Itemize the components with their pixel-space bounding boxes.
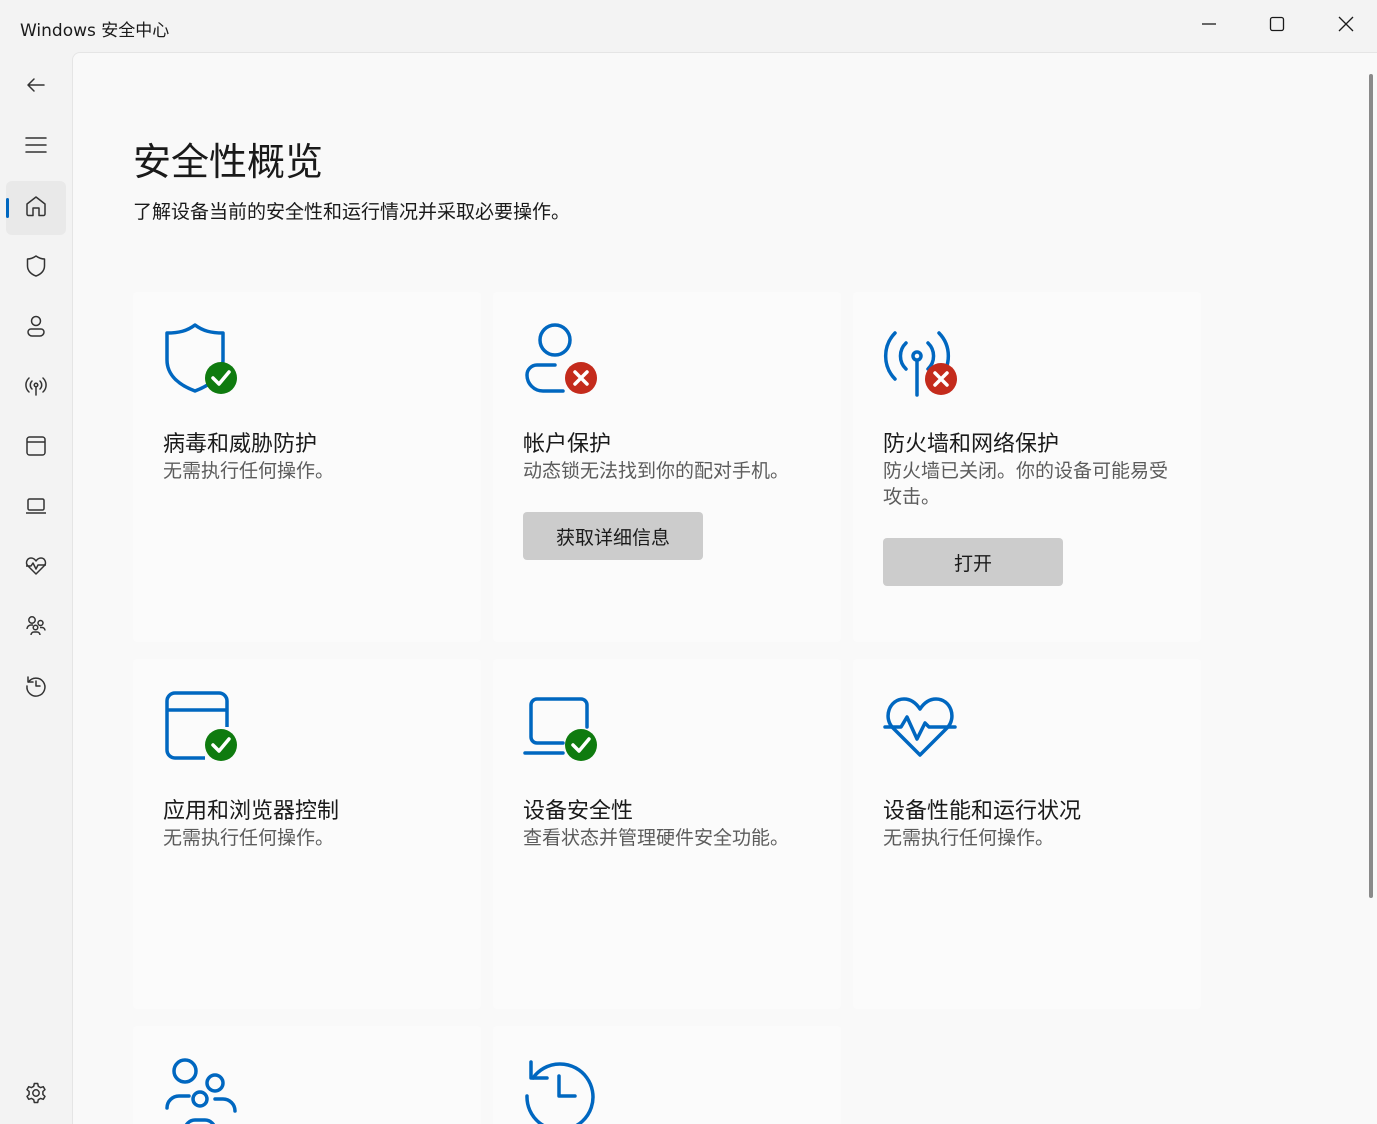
- main-content: 安全性概览 了解设备当前的安全性和运行情况并采取必要操作。 病毒和威胁防护 无需…: [72, 52, 1377, 1124]
- sidebar-item-device-security[interactable]: [6, 481, 66, 535]
- close-button[interactable]: [1312, 4, 1377, 48]
- maximize-button[interactable]: [1243, 4, 1311, 48]
- card-description: 防火墙已关闭。你的设备可能易受攻击。: [883, 460, 1169, 508]
- page-subtitle: 了解设备当前的安全性和运行情况并采取必要操作。: [133, 201, 571, 223]
- close-icon: [1337, 15, 1355, 37]
- card-title: 防火墙和网络保护: [883, 432, 1060, 457]
- card-app-browser[interactable]: 应用和浏览器控制 无需执行任何操作。: [133, 659, 481, 1009]
- card-description: 无需执行任何操作。: [163, 827, 335, 849]
- card-description: 动态锁无法找到你的配对手机。: [523, 460, 790, 482]
- hamburger-menu-icon: [23, 132, 49, 162]
- card-family[interactable]: [133, 1026, 481, 1124]
- history-icon: [523, 1056, 599, 1124]
- title-bar: Windows 安全中心: [0, 0, 1377, 52]
- gear-icon: [23, 1080, 49, 1110]
- card-history[interactable]: [493, 1026, 841, 1124]
- window-title: Windows 安全中心: [20, 21, 170, 41]
- home-icon: [23, 193, 49, 223]
- vertical-scrollbar[interactable]: [1369, 74, 1373, 898]
- card-virus-protection[interactable]: 病毒和威胁防护 无需执行任何操作。: [133, 292, 481, 642]
- minimize-button[interactable]: [1175, 4, 1243, 48]
- sidebar-item-family[interactable]: [6, 601, 66, 655]
- heart-pulse-icon: [883, 689, 959, 765]
- back-arrow-icon: [23, 72, 49, 102]
- card-firewall[interactable]: 防火墙和网络保护 防火墙已关闭。你的设备可能易受攻击。 打开: [853, 292, 1201, 642]
- minimize-icon: [1200, 15, 1218, 37]
- card-title: 应用和浏览器控制: [163, 799, 340, 824]
- card-description: 无需执行任何操作。: [163, 460, 335, 482]
- person-icon: [523, 322, 599, 398]
- browser-window-icon: [163, 689, 239, 765]
- sidebar-item-firewall[interactable]: [6, 361, 66, 415]
- card-title: 设备安全性: [523, 799, 634, 824]
- card-title: 病毒和威胁防护: [163, 432, 318, 457]
- sidebar-item-history[interactable]: [6, 661, 66, 715]
- person-icon: [23, 313, 49, 343]
- laptop-icon: [523, 689, 599, 765]
- card-description: 无需执行任何操作。: [883, 827, 1055, 849]
- sidebar-item-settings[interactable]: [6, 1068, 66, 1122]
- sidebar-nav: [0, 52, 72, 1124]
- sidebar-item-virus-protection[interactable]: [6, 241, 66, 295]
- laptop-icon: [23, 493, 49, 523]
- back-button[interactable]: [6, 60, 66, 114]
- maximize-icon: [1268, 15, 1286, 37]
- family-icon: [163, 1056, 239, 1124]
- sidebar-item-app-browser[interactable]: [6, 421, 66, 475]
- card-device-security[interactable]: 设备安全性 查看状态并管理硬件安全功能。: [493, 659, 841, 1009]
- family-icon: [23, 613, 49, 643]
- turn-on-button[interactable]: 打开: [883, 538, 1063, 586]
- heart-pulse-icon: [23, 553, 49, 583]
- shield-icon: [23, 253, 49, 283]
- antenna-icon: [883, 322, 959, 398]
- page-title: 安全性概览: [133, 140, 324, 184]
- menu-button[interactable]: [6, 120, 66, 174]
- antenna-icon: [23, 373, 49, 403]
- history-icon: [23, 673, 49, 703]
- card-title: 设备性能和运行状况: [883, 799, 1082, 824]
- card-title: 帐户保护: [523, 432, 612, 457]
- shield-icon: [163, 322, 239, 398]
- sidebar-item-account-protection[interactable]: [6, 301, 66, 355]
- card-description: 查看状态并管理硬件安全功能。: [523, 827, 790, 849]
- sidebar-item-device-performance[interactable]: [6, 541, 66, 595]
- browser-window-icon: [23, 433, 49, 463]
- get-details-button[interactable]: 获取详细信息: [523, 512, 703, 560]
- card-account-protection[interactable]: 帐户保护 动态锁无法找到你的配对手机。 获取详细信息: [493, 292, 841, 642]
- sidebar-item-home[interactable]: [6, 181, 66, 235]
- card-device-performance[interactable]: 设备性能和运行状况 无需执行任何操作。: [853, 659, 1201, 1009]
